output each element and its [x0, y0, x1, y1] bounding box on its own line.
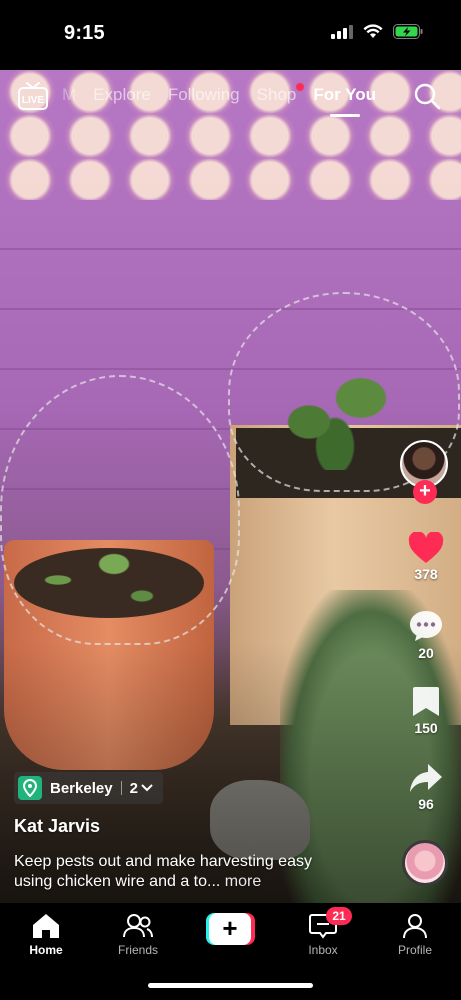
location-count-value: 2 — [129, 779, 138, 797]
share-count: 96 — [418, 796, 434, 812]
profile-icon — [403, 914, 427, 939]
feed-tabs: M Explore Following Shop For You — [62, 83, 393, 105]
tab-shop[interactable]: Shop — [256, 83, 305, 105]
shop-notification-dot — [296, 83, 305, 91]
follow-plus-icon[interactable]: + — [413, 480, 437, 504]
heart-icon[interactable] — [408, 532, 444, 564]
cellular-signal-icon — [331, 24, 353, 39]
save-button[interactable]: 150 — [400, 686, 452, 736]
creator-avatar-button[interactable]: + — [400, 440, 450, 510]
wifi-icon — [363, 24, 383, 38]
location-pin-icon — [18, 776, 42, 800]
top-nav: LIVE M Explore Following Shop For You — [0, 82, 461, 112]
friends-icon — [123, 914, 153, 938]
tab-inbox-label: Inbox — [308, 943, 338, 957]
comment-count: 20 — [418, 645, 434, 661]
tab-shop-label: Shop — [256, 85, 297, 104]
create-plus-icon: + — [209, 913, 251, 945]
status-bar: 9:15 — [0, 0, 461, 70]
home-icon — [33, 914, 59, 938]
inbox-badge: 21 — [326, 907, 352, 925]
caption-text: Keep pests out and make harvesting easy … — [14, 853, 312, 890]
home-indicator[interactable] — [148, 983, 313, 988]
search-icon[interactable] — [413, 82, 441, 110]
tab-following[interactable]: Following — [168, 85, 240, 105]
share-button[interactable]: 96 — [400, 762, 452, 812]
sound-disc-icon[interactable] — [402, 840, 448, 886]
save-count: 150 — [414, 720, 438, 736]
like-count: 378 — [414, 566, 438, 582]
tab-home[interactable]: Home — [11, 913, 81, 957]
chevron-down-icon — [141, 784, 153, 792]
tab-friends[interactable]: Friends — [103, 913, 173, 957]
tab-friends-label: Friends — [117, 943, 158, 957]
tab-profile-label: Profile — [397, 943, 432, 957]
location-count: 2 — [130, 780, 153, 797]
tab-m[interactable]: M — [62, 85, 76, 105]
battery-charging-icon — [393, 24, 423, 39]
location-name: Berkeley — [50, 779, 113, 797]
status-icons — [331, 24, 423, 39]
video-caption[interactable]: Keep pests out and make harvesting easy … — [14, 852, 344, 892]
more-link[interactable]: more — [220, 873, 261, 890]
tab-home-label: Home — [29, 943, 63, 957]
location-divider — [120, 781, 122, 795]
live-icon[interactable]: LIVE — [18, 82, 48, 110]
tab-for-you[interactable]: For You — [313, 85, 376, 105]
comment-button[interactable]: 20 — [400, 609, 452, 661]
tab-explore[interactable]: Explore — [93, 85, 151, 105]
creator-username[interactable]: Kat Jarvis — [14, 816, 100, 837]
tab-profile[interactable]: Profile — [380, 913, 450, 957]
create-button[interactable]: + — [206, 913, 255, 945]
chicken-wire-cage-left — [0, 375, 240, 645]
share-arrow-icon[interactable] — [409, 762, 443, 794]
status-time: 9:15 — [64, 22, 105, 44]
bookmark-icon[interactable] — [412, 686, 440, 718]
comment-icon[interactable] — [408, 609, 444, 643]
location-chip[interactable]: Berkeley 2 — [14, 772, 163, 804]
like-button[interactable]: 378 — [400, 532, 452, 582]
live-label: LIVE — [22, 95, 45, 106]
